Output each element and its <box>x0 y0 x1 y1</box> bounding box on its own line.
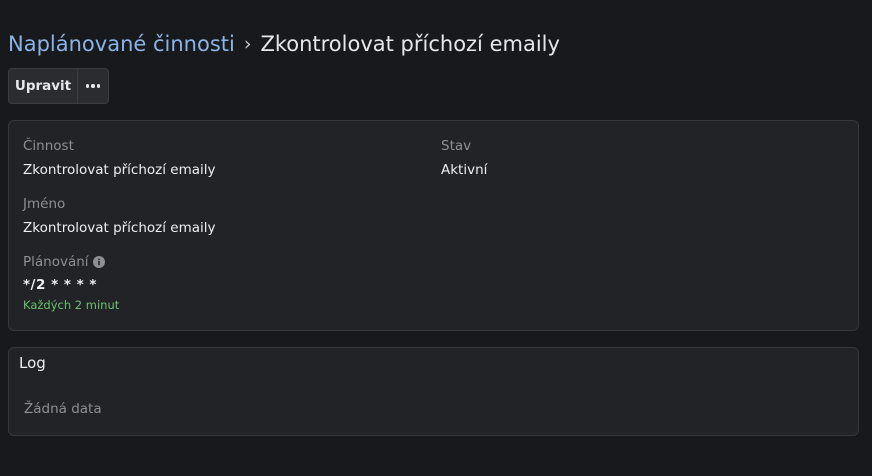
page-title: Zkontrolovat příchozí emaily <box>260 32 560 56</box>
schedule-hint: Každých 2 minut <box>23 298 120 312</box>
schedule-label-row: Plánování <box>23 254 105 270</box>
schedule-value: */2 * * * * <box>23 277 97 293</box>
activity-label: Činnost <box>23 138 74 154</box>
toolbar: Upravit <box>8 68 109 104</box>
more-horizontal-icon <box>85 84 101 88</box>
log-card: Log Žádná data <box>8 347 859 436</box>
info-icon[interactable] <box>92 256 105 268</box>
activity-value: Zkontrolovat příchozí emaily <box>23 162 216 178</box>
breadcrumb-separator: › <box>243 33 252 55</box>
status-value: Aktivní <box>441 162 488 178</box>
more-actions-button[interactable] <box>78 69 108 103</box>
schedule-label: Plánování <box>23 254 89 270</box>
page: Naplánované činnosti › Zkontrolovat příc… <box>0 0 872 476</box>
breadcrumb-parent-link[interactable]: Naplánované činnosti <box>8 32 235 56</box>
status-label: Stav <box>441 138 472 154</box>
breadcrumb: Naplánované činnosti › Zkontrolovat příc… <box>8 30 560 58</box>
log-title: Log <box>19 354 46 372</box>
name-value: Zkontrolovat příchozí emaily <box>23 220 216 236</box>
edit-button[interactable]: Upravit <box>9 69 78 103</box>
name-label: Jméno <box>23 196 66 212</box>
log-empty-text: Žádná data <box>24 401 102 417</box>
details-card: Činnost Zkontrolovat příchozí emaily Sta… <box>8 120 859 331</box>
